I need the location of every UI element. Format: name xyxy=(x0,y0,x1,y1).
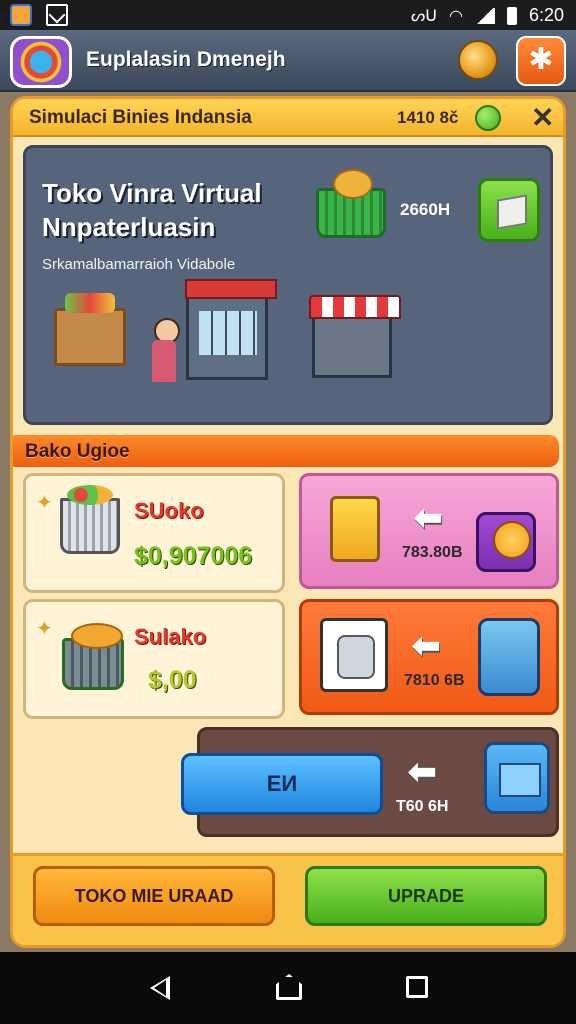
upgrade-card[interactable]: ⬅ 783.80B xyxy=(299,473,559,589)
close-button[interactable]: ✕ xyxy=(531,101,554,134)
dispenser-icon xyxy=(320,618,388,692)
store-panel: Simulaci Binies Indansia 1410 8č ✕ Toko … xyxy=(10,96,566,948)
product-package-icon xyxy=(330,496,380,562)
arrow-left-icon: ⬅ xyxy=(414,499,443,537)
upgrade-value: 7810 6B xyxy=(404,672,465,689)
wifi-icon: ◠ xyxy=(448,7,463,25)
upgrade-card[interactable]: ⬅ 7810 6B xyxy=(299,599,559,715)
store-building-illustration xyxy=(185,279,277,380)
tablet-icon xyxy=(478,618,540,696)
app-title: Euplalasin Dmenejh xyxy=(86,48,286,71)
nfc-icon: ᔕᑌ xyxy=(411,7,437,25)
hero-price: 2660H xyxy=(400,200,451,219)
hero-buy-button[interactable] xyxy=(478,178,540,242)
status-bar: ᔕᑌ ◠ 6:20 xyxy=(0,0,576,30)
coin-bag-icon xyxy=(476,512,536,572)
sparkle-icon: ✦ xyxy=(36,618,53,640)
panel-header: Simulaci Binies Indansia 1410 8č ✕ xyxy=(13,99,563,137)
clock: 6:20 xyxy=(528,5,564,25)
battery-icon xyxy=(506,6,517,25)
hero-banner: Toko Vinra Virtual Nnpaterluasin Srkamal… xyxy=(23,145,553,425)
panel-title: Simulaci Binies Indansia xyxy=(29,107,252,128)
blue-action-button[interactable]: EИ xyxy=(181,753,383,815)
back-icon[interactable] xyxy=(150,976,170,1000)
upgrade-button[interactable]: UPRADE xyxy=(305,866,547,926)
display-screen-icon xyxy=(484,742,550,814)
mail-icon xyxy=(46,4,68,26)
app-header: Euplalasin Dmenejh ✱ xyxy=(0,30,576,92)
basket-icon xyxy=(316,169,386,238)
hero-title: Toko Vinra Virtual Nnpaterluasin xyxy=(42,178,262,242)
shop-item-card[interactable]: ✦ Sulako $,00 xyxy=(23,599,285,719)
fruit-basket-icon xyxy=(62,623,124,690)
game-logo-icon[interactable] xyxy=(10,36,72,88)
bottom-button-bar: TOKO MIE URAAD UPRADE xyxy=(13,853,563,945)
produce-box-illustration xyxy=(54,293,126,366)
status-dot-icon xyxy=(475,105,501,131)
shopping-cart-icon xyxy=(60,485,120,554)
item-name: SUoko xyxy=(134,498,204,523)
sparkle-icon: ✦ xyxy=(36,492,53,514)
upgrade-value: T60 6H xyxy=(396,798,449,815)
item-name: Sulako xyxy=(134,624,207,649)
section-header: Bako Ugioe xyxy=(13,435,559,467)
item-price: $,00 xyxy=(148,666,197,694)
shopkeeper-illustration xyxy=(148,318,180,384)
kiosk-illustration xyxy=(309,295,401,378)
hero-subtitle: Srkamalbamarraioh Vidabole xyxy=(42,256,236,273)
home-icon[interactable] xyxy=(276,974,302,1000)
item-price: $0,907006 xyxy=(134,542,253,570)
arrow-left-icon: ⬅ xyxy=(412,627,441,665)
shop-item-card[interactable]: ✦ SUoko $0,907006 xyxy=(23,473,285,593)
settings-button[interactable]: ✱ xyxy=(516,36,566,86)
store-upgrade-button[interactable]: TOKO MIE URAAD xyxy=(33,866,275,926)
section-label: Bako Ugioe xyxy=(25,441,130,462)
coin-icon[interactable] xyxy=(458,40,498,80)
arrow-left-icon: ⬅ xyxy=(408,753,437,791)
app-notification-icon xyxy=(10,4,32,26)
coin-balance: 1410 8č xyxy=(397,108,459,127)
recent-apps-icon[interactable] xyxy=(406,976,428,998)
system-nav-bar xyxy=(0,952,576,1024)
upgrade-value: 783.80B xyxy=(402,544,463,561)
signal-icon xyxy=(474,7,495,24)
